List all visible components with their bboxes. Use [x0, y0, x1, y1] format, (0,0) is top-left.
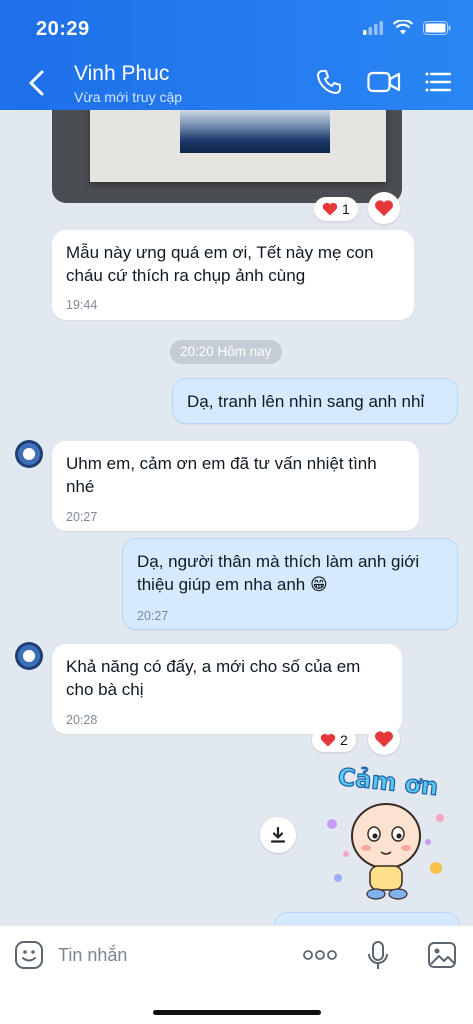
thank-you-sticker[interactable]: Cảm ơn: [318, 760, 458, 908]
phone-icon[interactable]: [315, 68, 343, 96]
image-icon[interactable]: [427, 941, 457, 969]
reaction-summary[interactable]: 2: [312, 728, 356, 752]
message-bubble-outgoing[interactable]: [274, 912, 460, 925]
nav-bar: Vinh Phuc Vừa mới truy cập: [0, 56, 473, 110]
download-icon: [270, 826, 286, 843]
status-time: 20:29: [36, 18, 90, 40]
download-button[interactable]: [260, 817, 296, 853]
menu-icon[interactable]: [425, 70, 451, 94]
message-list[interactable]: 1 Mẫu này ưng quá em ơi, Tết này mẹ con …: [0, 110, 473, 925]
avatar[interactable]: [15, 642, 43, 670]
heart-icon: [375, 200, 393, 217]
message-text: Khả năng có đấy, a mới cho số của em cho…: [66, 657, 361, 699]
heart-icon: [375, 731, 393, 748]
back-arrow-icon[interactable]: [22, 66, 52, 100]
signal-icon: [363, 20, 383, 35]
photo-message[interactable]: [52, 110, 402, 203]
microphone-icon[interactable]: [367, 940, 389, 972]
grin-emoji: 😁: [309, 575, 328, 594]
message-bubble-incoming[interactable]: Uhm em, cảm ơn em đã tư vấn nhiệt tình n…: [52, 441, 419, 531]
reaction-count: 2: [340, 732, 348, 748]
message-text: Dạ, tranh lên nhìn sang anh nhỉ: [187, 392, 425, 411]
composer-row: Tin nhắn: [0, 936, 473, 976]
presence-status: Vừa mới truy cập: [74, 89, 183, 105]
message-text: Uhm em, cảm ơn em đã tư vấn nhiệt tình n…: [66, 454, 377, 496]
reaction-summary[interactable]: 1: [314, 197, 358, 221]
message-bubble-incoming[interactable]: Mẫu này ưng quá em ơi, Tết này mẹ con ch…: [52, 230, 414, 320]
avatar[interactable]: [15, 440, 43, 468]
react-button[interactable]: [368, 192, 400, 224]
framed-picture: [180, 110, 330, 153]
composer: Tin nhắn: [0, 925, 473, 1024]
reaction-count: 1: [342, 201, 350, 217]
date-separator: 20:20 Hôm nay: [170, 340, 282, 364]
video-icon[interactable]: [367, 69, 401, 95]
sticker-icon[interactable]: [14, 940, 44, 970]
more-icon[interactable]: [303, 949, 337, 961]
react-button[interactable]: [368, 723, 400, 755]
header-actions: [315, 68, 451, 96]
battery-icon: [423, 20, 451, 35]
message-bubble-outgoing[interactable]: Dạ, tranh lên nhìn sang anh nhỉ: [172, 378, 458, 424]
message-time: 20:27: [137, 609, 169, 623]
chat-header: 20:29 Vinh Phuc Vừa mới truy cập: [0, 0, 473, 110]
home-indicator: [153, 1010, 321, 1015]
message-text: Dạ, người thân mà thích làm anh giới thi…: [137, 550, 443, 596]
message-input[interactable]: Tin nhắn: [58, 945, 127, 966]
message-bubble-outgoing[interactable]: Dạ, người thân mà thích làm anh giới thi…: [122, 538, 458, 630]
photo-frame: [90, 110, 386, 182]
message-text: Mẫu này ưng quá em ơi, Tết này mẹ con ch…: [66, 243, 374, 285]
message-time: 19:44: [66, 298, 98, 312]
message-time: 20:27: [66, 510, 98, 524]
status-bar: 20:29: [0, 0, 473, 56]
sticker-caption: Cảm ơn: [336, 763, 439, 801]
message-text-body: Dạ, người thân mà thích làm anh giới thi…: [137, 552, 420, 594]
message-time: 20:28: [66, 713, 98, 727]
wifi-icon: [393, 20, 413, 35]
message-bubble-incoming[interactable]: Khả năng có đấy, a mới cho số của em cho…: [52, 644, 402, 734]
heart-icon: [322, 202, 338, 216]
contact-name[interactable]: Vinh Phuc: [74, 62, 169, 86]
status-icons: [363, 20, 451, 35]
heart-icon: [320, 733, 336, 747]
